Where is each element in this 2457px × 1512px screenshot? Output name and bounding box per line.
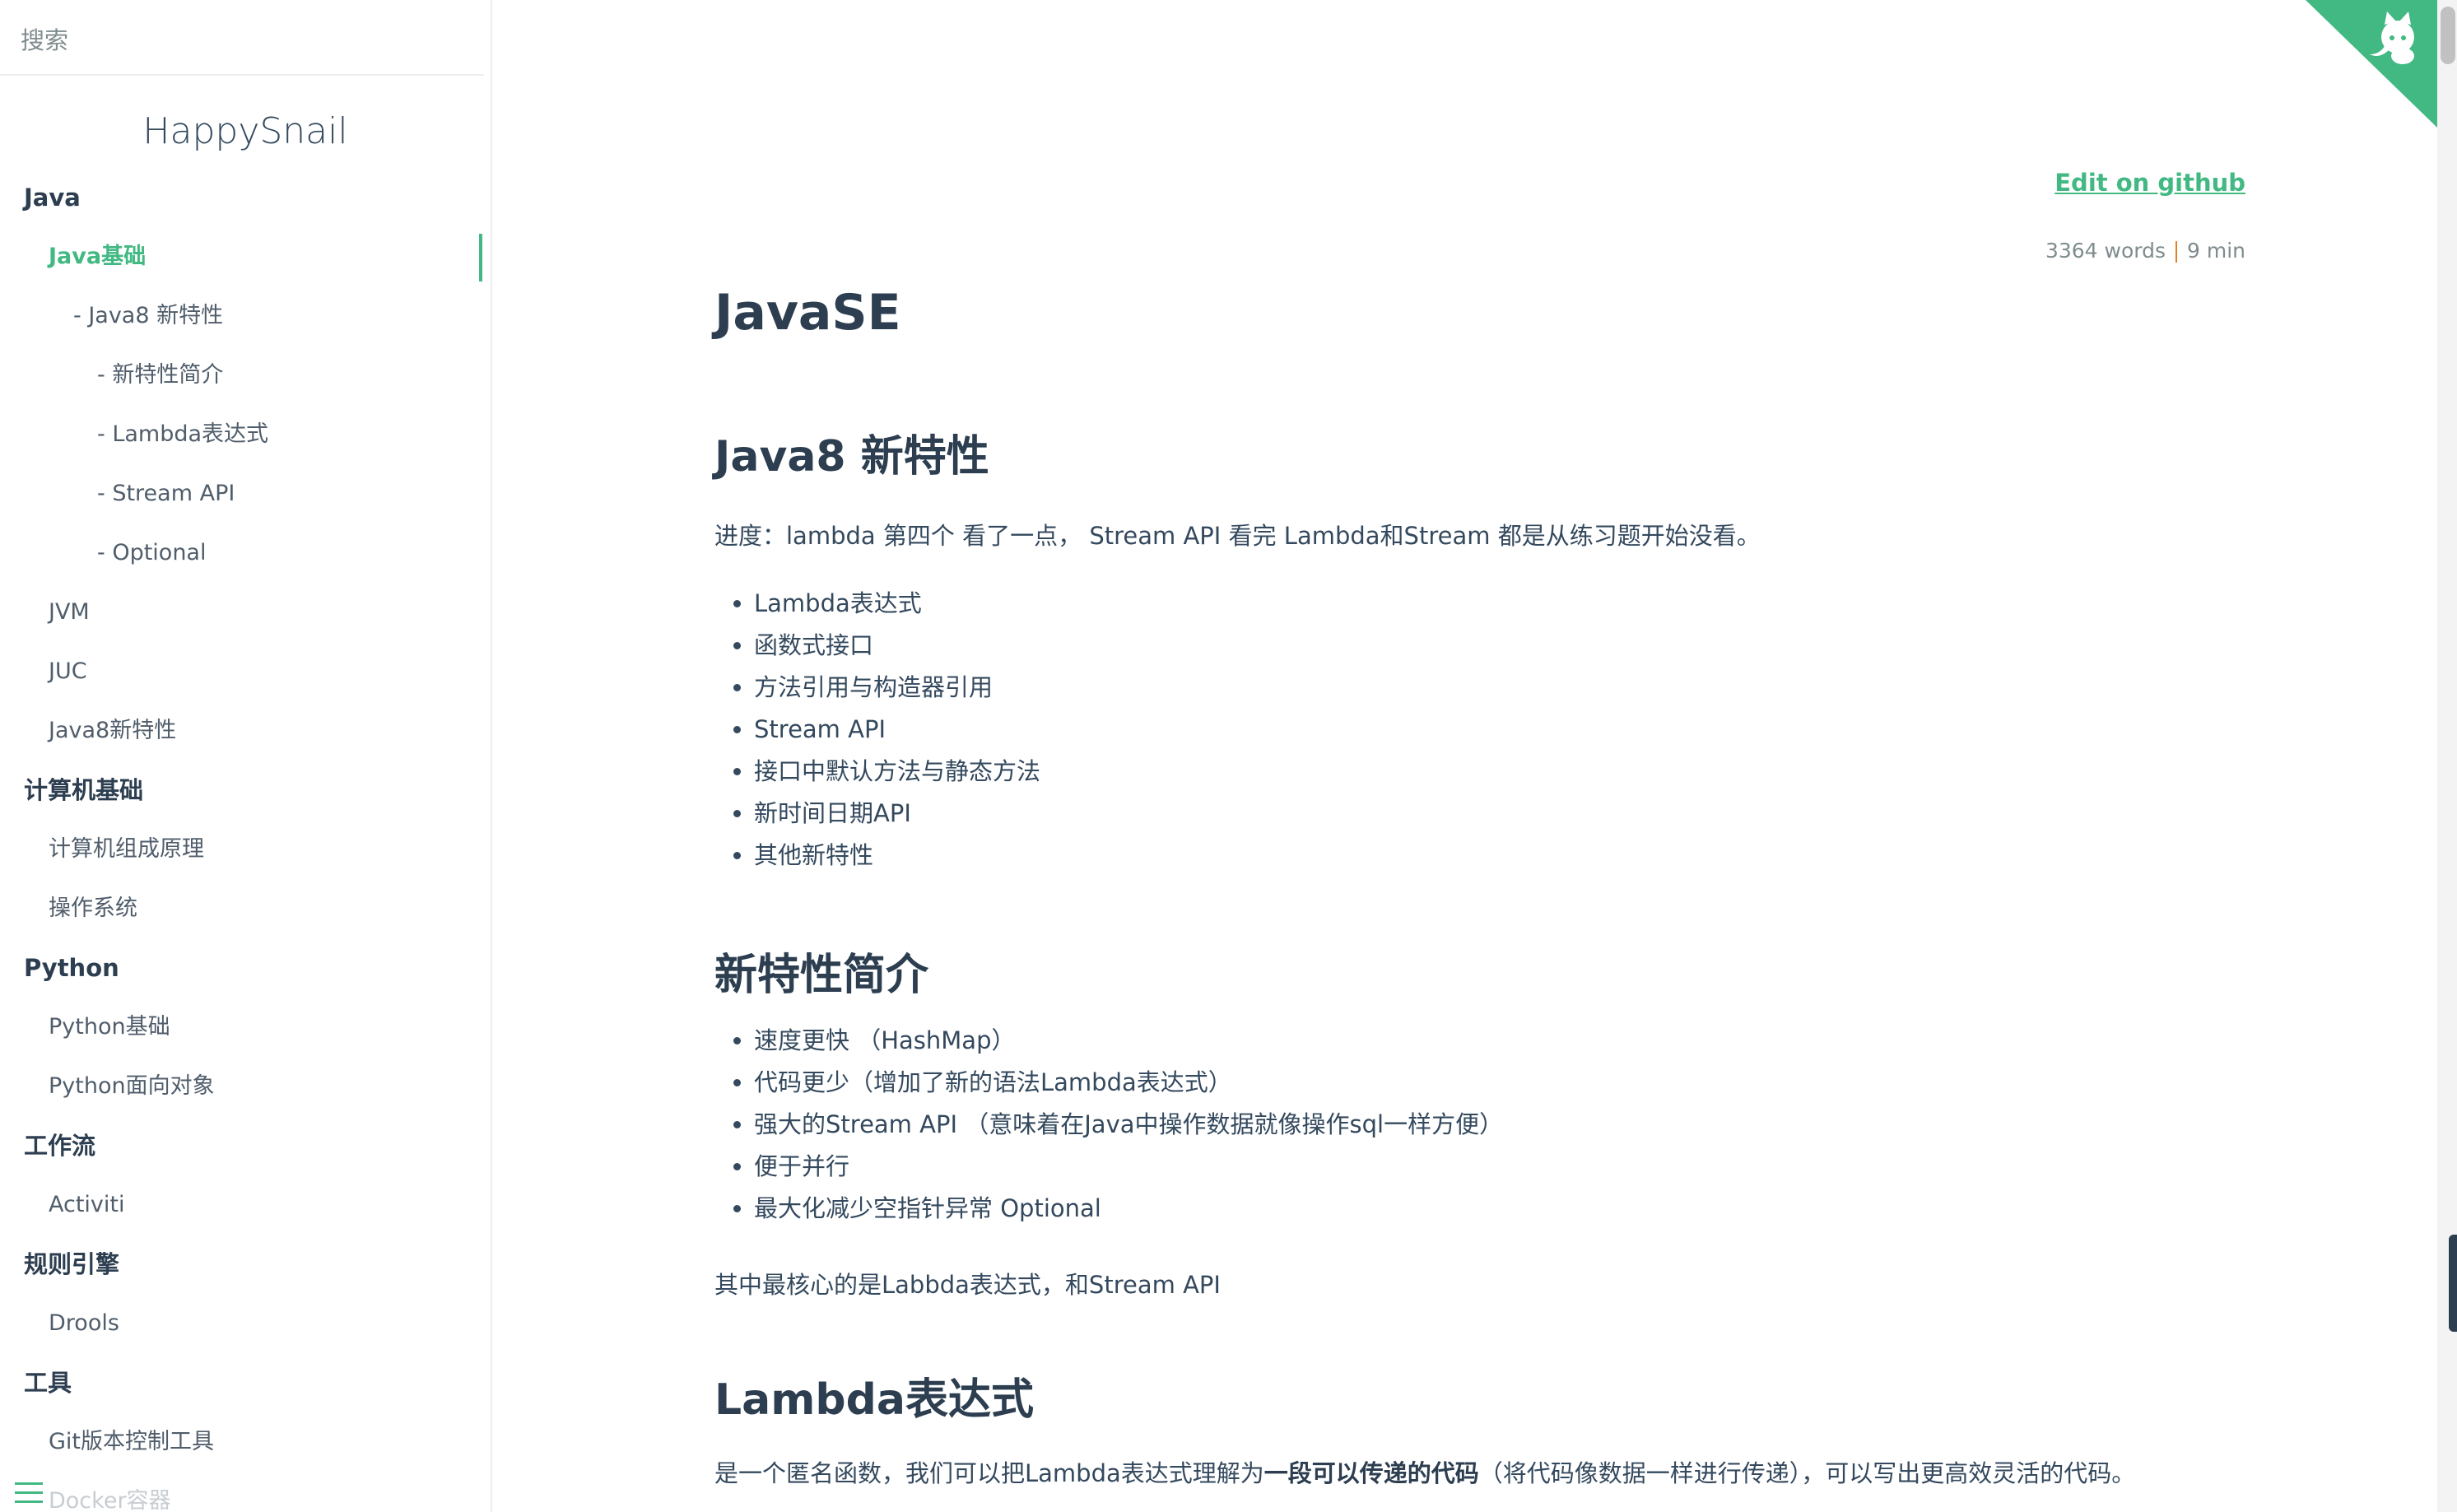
feature-list: Lambda表达式函数式接口方法引用与构造器引用Stream API接口中默认方…	[714, 583, 1040, 877]
github-octocat-icon[interactable]	[2306, 0, 2437, 128]
list-item: 函数式接口	[754, 625, 1040, 667]
scrollbar-thumb[interactable]	[2441, 7, 2455, 64]
list-item: 其他新特性	[754, 835, 1040, 877]
heading-java8-features[interactable]: Java8 新特性	[714, 421, 989, 483]
heading-feature-intro[interactable]: 新特性简介	[714, 940, 928, 1002]
heading-lambda[interactable]: Lambda表达式	[714, 1365, 1034, 1426]
lambda-description: 是一个匿名函数，我们可以把Lambda表达式理解为一段可以传递的代码（将代码像数…	[714, 1454, 2135, 1489]
scroll-position-marker	[2449, 1235, 2457, 1332]
sidebar-item[interactable]: Python面向对象	[0, 1057, 491, 1116]
sidebar-item[interactable]: JVM	[0, 583, 491, 642]
app-name[interactable]: HappySnail	[0, 110, 491, 168]
lambda-text-before: 是一个匿名函数，我们可以把Lambda表达式理解为	[714, 1459, 1264, 1487]
word-count: 3364 words	[2045, 239, 2166, 263]
sidebar: 搜索 HappySnail Java Java基础 - Java8 新特性 - 新特性…	[0, 0, 492, 1512]
sidebar-item[interactable]: - 新特性简介	[0, 346, 491, 405]
sidebar-item[interactable]: Java基础	[0, 227, 491, 286]
list-item: Stream API	[754, 709, 1040, 751]
edit-on-github-link[interactable]: Edit on github	[2054, 169, 2245, 197]
sidebar-item[interactable]: Activiti	[0, 1175, 491, 1235]
list-item: 最大化减少空指针异常 Optional	[754, 1188, 1503, 1230]
sidebar-item[interactable]: - Stream API	[0, 464, 491, 523]
read-time: 9 min	[2187, 239, 2245, 263]
hamburger-menu-icon[interactable]	[15, 1482, 43, 1505]
list-item: 接口中默认方法与静态方法	[754, 751, 1040, 793]
intro-list: 速度更快 （HashMap）代码更少（增加了新的语法Lambda表达式）强大的S…	[714, 1020, 1503, 1230]
sidebar-section-header[interactable]: 工具	[0, 1353, 491, 1412]
main-content: Edit on github 3364 words 9 min JavaSE Ja…	[494, 0, 2436, 1512]
sidebar-section-header[interactable]: Java	[0, 168, 491, 227]
sidebar-item[interactable]: - Lambda表达式	[0, 405, 491, 464]
sidebar-section-header[interactable]: 计算机基础	[0, 761, 491, 820]
sidebar-item[interactable]: Docker容器	[0, 1472, 491, 1512]
sidebar-item[interactable]: Java8新特性	[0, 701, 491, 761]
sidebar-item[interactable]: Git版本控制工具	[0, 1412, 491, 1472]
page-title: JavaSE	[714, 284, 901, 342]
stats-divider	[2175, 241, 2177, 263]
sidebar-item[interactable]: JUC	[0, 642, 491, 701]
search-input[interactable]: 搜索	[0, 0, 484, 76]
list-item: 代码更少（增加了新的语法Lambda表达式）	[754, 1062, 1503, 1104]
list-item: 便于并行	[754, 1146, 1503, 1188]
sidebar-item[interactable]: - Java8 新特性	[0, 286, 491, 346]
lambda-text-after: （将代码像数据一样进行传递），可以写出更高效灵活的代码。	[1478, 1459, 2136, 1487]
progress-note: 进度：lambda 第四个 看了一点， Stream API 看完 Lambda…	[714, 522, 1761, 550]
list-item: 方法引用与构造器引用	[754, 667, 1040, 709]
sidebar-item[interactable]: 操作系统	[0, 879, 491, 938]
sidebar-item[interactable]: 计算机组成原理	[0, 820, 491, 879]
list-item: 强大的Stream API （意味着在Java中操作数据就像操作sql一样方便）	[754, 1104, 1503, 1146]
sidebar-section-header[interactable]: Python	[0, 938, 491, 998]
list-item: 新时间日期API	[754, 793, 1040, 835]
sidebar-item[interactable]: Drools	[0, 1294, 491, 1353]
sidebar-item[interactable]: Python基础	[0, 998, 491, 1057]
sidebar-section-header[interactable]: 工作流	[0, 1116, 491, 1175]
reading-stats: 3364 words 9 min	[2045, 239, 2245, 263]
sidebar-section-header[interactable]: 规则引擎	[0, 1235, 491, 1294]
list-item: 速度更快 （HashMap）	[754, 1020, 1503, 1062]
core-summary: 其中最核心的是Labbda表达式，和Stream API	[714, 1271, 1221, 1299]
sidebar-nav: Java Java基础 - Java8 新特性 - 新特性简介 - Lambda表达式 -…	[0, 168, 491, 1512]
list-item: Lambda表达式	[754, 583, 1040, 625]
sidebar-item[interactable]: - Optional	[0, 523, 491, 583]
lambda-text-bold: 一段可以传递的代码	[1263, 1459, 1479, 1487]
